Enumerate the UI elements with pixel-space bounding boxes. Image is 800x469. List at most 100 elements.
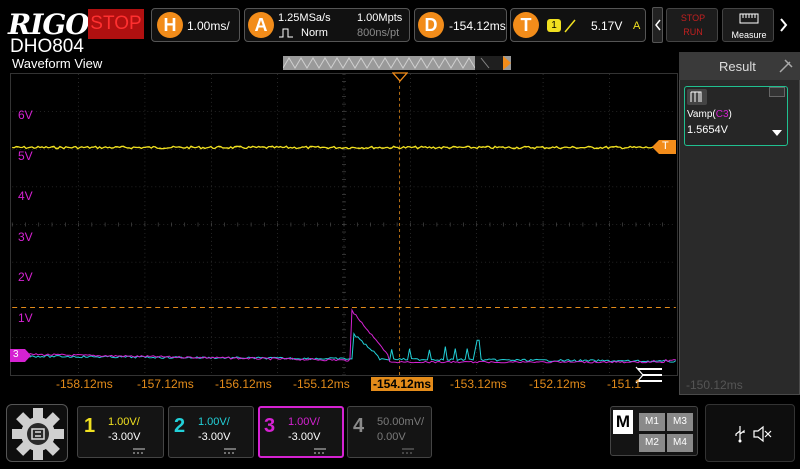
chevron-right-icon xyxy=(780,18,788,32)
ch2-scale: 1.00V/ xyxy=(198,416,230,428)
x-tick: -153.12ms xyxy=(450,377,507,391)
ch3-scale: 1.00V/ xyxy=(288,416,320,428)
channel-2-box[interactable]: 2 1.00V/ -3.00V xyxy=(168,406,254,458)
measurement-name: Vamp(C3) xyxy=(687,109,732,120)
usb-icon xyxy=(735,426,745,443)
model-name: DHO804 xyxy=(10,36,84,57)
faded-x-tick: -150.12ms xyxy=(686,378,743,392)
math-m4[interactable]: M4 xyxy=(667,434,693,452)
math-box[interactable]: M M1 M3 M2 M4 xyxy=(610,406,698,456)
pin-icon[interactable] xyxy=(778,58,794,74)
trigger-source-badge: 1 xyxy=(547,19,561,32)
ch1-number: 1 xyxy=(84,415,96,437)
run-stop-button[interactable]: STOP RUN xyxy=(666,8,718,42)
x-tick-center: -154.12ms xyxy=(371,377,434,391)
x-tick: -157.12ms xyxy=(137,377,194,391)
channel-1-box[interactable]: 1 1.00V/ -3.00V xyxy=(77,406,164,458)
y-tick: 6V xyxy=(18,108,33,122)
trigger-level: 5.17V xyxy=(591,19,623,33)
chevron-left-icon xyxy=(655,19,661,31)
ch2-offset: -3.00V xyxy=(198,431,231,443)
rising-edge-icon xyxy=(564,19,576,33)
run-label: RUN xyxy=(683,27,703,37)
y-tick: 5V xyxy=(18,149,33,163)
math-m3[interactable]: M3 xyxy=(667,413,693,431)
sample-rate: 1.25MSa/s xyxy=(278,12,331,24)
ch4-scale: 50.00mV/ xyxy=(377,416,425,428)
memory-depth: 1.00Mpts xyxy=(357,12,403,24)
trigger-marker-label: T xyxy=(662,140,669,152)
measure-button[interactable]: Measure xyxy=(722,8,774,42)
sample-interval: 800ns/pt xyxy=(357,27,400,39)
ch3-offset-marker[interactable]: 3 xyxy=(10,349,32,362)
acquire-mode-icon xyxy=(279,28,293,38)
ch1-dc-coupling-icon xyxy=(133,448,145,454)
waveform-grid[interactable] xyxy=(10,73,678,376)
status-box[interactable] xyxy=(705,404,795,462)
timebase-value: 1.00ms/ xyxy=(187,19,230,33)
x-tick: -158.12ms xyxy=(56,377,113,391)
menu-left-arrow[interactable] xyxy=(652,7,663,43)
y-tick: 1V xyxy=(18,311,33,325)
math-m1[interactable]: M1 xyxy=(639,413,665,431)
memory-position-bar[interactable] xyxy=(282,56,511,70)
x-tick: -152.12ms xyxy=(529,377,586,391)
y-tick: 3V xyxy=(18,230,33,244)
ch2-number: 2 xyxy=(174,415,186,437)
measurement-channel: C3 xyxy=(715,109,729,120)
trigger-box[interactable]: T 1 5.17V A xyxy=(510,8,646,42)
acquire-box[interactable]: A 1.25MSa/s 1.00Mpts Norm 800ns/pt xyxy=(244,8,410,42)
acquire-mode: Norm xyxy=(301,27,328,39)
trigger-mode: A xyxy=(633,20,641,32)
measure-label: Measure xyxy=(731,30,767,40)
channel-3-box[interactable]: 3 1.00V/ -3.00V xyxy=(258,406,344,458)
x-tick: -151.1 xyxy=(607,377,642,391)
channel-4-box[interactable]: 4 50.00mV/ 0.00V xyxy=(347,406,432,458)
math-badge: M xyxy=(613,410,633,434)
waveform-view-title: Waveform View xyxy=(12,56,103,71)
ch4-number: 4 xyxy=(353,415,365,437)
dropdown-arrow-icon[interactable] xyxy=(771,129,783,137)
delay-badge: D xyxy=(418,12,444,38)
measurement-close: ) xyxy=(728,109,732,120)
stop-label: STOP xyxy=(680,13,706,23)
acquire-badge: A xyxy=(248,12,274,38)
measurement-card[interactable]: Vamp(C3) 1.5654V xyxy=(684,86,788,146)
math-m2[interactable]: M2 xyxy=(639,434,665,452)
trigger-position-marker[interactable] xyxy=(392,72,408,82)
run-state-indicator: STOP xyxy=(88,9,144,39)
delay-value: -154.12ms xyxy=(449,19,506,33)
trigger-level-marker[interactable]: T xyxy=(652,140,676,154)
graticule xyxy=(11,74,676,375)
ch4-offset: 0.00V xyxy=(377,431,406,443)
card-tab xyxy=(769,87,785,97)
memory-bar-pattern xyxy=(282,56,511,70)
horizontal-badge: H xyxy=(157,12,183,38)
measurement-value: 1.5654V xyxy=(687,124,728,136)
gear-icon xyxy=(12,408,64,460)
y-tick: 2V xyxy=(18,270,33,284)
home-button[interactable] xyxy=(6,404,68,462)
oscilloscope-screen: RIGOL STOP DHO804 H 1.00ms/ A 1.25MSa/s … xyxy=(0,0,800,469)
ch1-offset: -3.00V xyxy=(108,431,141,443)
result-panel-title: Result xyxy=(719,59,756,74)
menu-right-arrow[interactable] xyxy=(777,7,791,43)
ch4-dc-coupling-icon xyxy=(402,448,414,454)
trigger-badge: T xyxy=(513,12,539,38)
ch3-offset: -3.00V xyxy=(288,431,321,443)
ruler-icon xyxy=(739,13,759,24)
x-tick: -156.12ms xyxy=(215,377,272,391)
speaker-muted-icon[interactable] xyxy=(752,425,772,443)
ch3-number: 3 xyxy=(264,415,276,437)
ch3-marker-label: 3 xyxy=(13,349,19,360)
vamp-icon xyxy=(687,89,707,105)
y-tick: 4V xyxy=(18,189,33,203)
ch2-waveform xyxy=(11,332,677,363)
result-panel-header: Result xyxy=(679,52,800,80)
measurement-func: Vamp( xyxy=(687,109,716,120)
ch2-dc-coupling-icon xyxy=(224,448,236,454)
delay-box[interactable]: D -154.12ms xyxy=(414,8,507,42)
ch3-dc-coupling-icon xyxy=(314,448,326,454)
ch1-scale: 1.00V/ xyxy=(108,416,140,428)
horizontal-timebase-box[interactable]: H 1.00ms/ xyxy=(151,8,240,42)
